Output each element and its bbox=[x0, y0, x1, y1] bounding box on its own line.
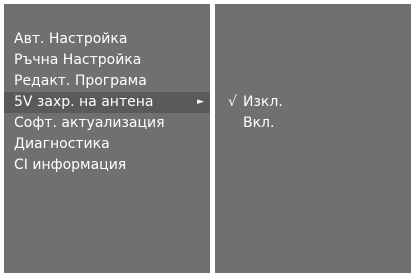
option-label: Вкл. bbox=[243, 115, 275, 131]
tv-setup-screen: Авт. Настройка Ръчна Настройка Редакт. П… bbox=[0, 0, 411, 277]
menu-item-manual-tuning[interactable]: Ръчна Настройка bbox=[4, 50, 210, 71]
setup-menu: Авт. Настройка Ръчна Настройка Редакт. П… bbox=[4, 29, 210, 176]
menu-item-diagnostics[interactable]: Диагностика bbox=[4, 134, 210, 155]
option-label: Изкл. bbox=[243, 94, 283, 110]
menu-item-label: Софт. актуализация bbox=[14, 115, 165, 131]
menu-item-auto-tuning[interactable]: Авт. Настройка bbox=[4, 29, 210, 50]
menu-item-label: CI информация bbox=[14, 157, 127, 173]
option-on[interactable]: Вкл. bbox=[215, 113, 411, 134]
option-off[interactable]: √ Изкл. bbox=[215, 92, 411, 113]
submenu-arrow-icon: ► bbox=[197, 97, 204, 107]
checkmark-icon: √ bbox=[228, 94, 237, 110]
menu-item-label: Ръчна Настройка bbox=[14, 52, 142, 68]
menu-item-label: 5V захр. на антена bbox=[14, 94, 154, 110]
menu-item-label: Редакт. Програма bbox=[14, 73, 147, 89]
menu-item-programme-edit[interactable]: Редакт. Програма bbox=[4, 71, 210, 92]
antenna-power-options: √ Изкл. Вкл. bbox=[215, 92, 411, 134]
menu-item-software-update[interactable]: Софт. актуализация bbox=[4, 113, 210, 134]
menu-item-label: Авт. Настройка bbox=[14, 31, 128, 47]
menu-item-ci-information[interactable]: CI информация bbox=[4, 155, 210, 176]
menu-item-antenna-5v-power[interactable]: 5V захр. на антена ► bbox=[4, 92, 210, 113]
menu-item-label: Диагностика bbox=[14, 136, 110, 152]
submenu-panel bbox=[215, 4, 411, 273]
